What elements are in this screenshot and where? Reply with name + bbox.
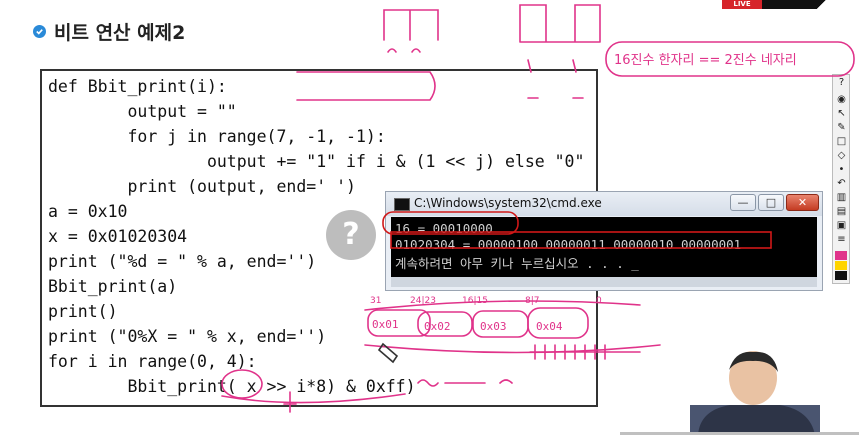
color-swatch-black[interactable] (835, 271, 847, 280)
save-icon[interactable]: ▤ (835, 207, 848, 217)
code-line: Bbit_print(a) (48, 277, 178, 296)
minimize-button[interactable]: — (730, 194, 756, 211)
eye-icon[interactable]: ◉ (835, 95, 848, 105)
help-icon[interactable]: ? (835, 78, 848, 88)
code-line: a = 0x10 (48, 202, 128, 221)
console-icon (394, 198, 410, 211)
cmd-window[interactable]: C:\Windows\system32\cmd.exe — □ ✕ 16 = 0… (385, 191, 823, 291)
code-line: Bbit_print( x >> i*8) & 0xff) (48, 377, 416, 396)
check-icon (33, 25, 46, 38)
code-line: for j in range(7, -1, -1): (48, 127, 386, 146)
code-line: def Bbit_print(i): (48, 77, 227, 96)
code-line: x = 0x01020304 (48, 227, 188, 246)
corner-decoration (762, 0, 859, 9)
trash-icon[interactable]: ▥ (835, 193, 848, 203)
cmd-title: C:\Windows\system32\cmd.exe (414, 196, 602, 210)
ink-note-box (605, 41, 855, 77)
code-line: print (output, end=' ') (48, 177, 356, 196)
camera-icon[interactable]: ▣ (835, 221, 848, 231)
slide-title: 비트 연산 예제2 (33, 18, 185, 45)
maximize-button[interactable]: □ (758, 194, 784, 211)
cmd-line: 16 = 00010000 (395, 221, 493, 236)
dot-icon[interactable]: • (835, 165, 848, 175)
ink-scribble (387, 48, 421, 53)
cmd-output: 16 = 00010000 01020304 = 00000100 000000… (391, 217, 817, 287)
color-swatch-yellow[interactable] (835, 261, 847, 270)
code-line: print ("%d = " % a, end='') (48, 252, 317, 271)
pointer-icon[interactable]: ↖ (835, 109, 848, 119)
close-button[interactable]: ✕ (786, 194, 819, 211)
presenter-video (690, 351, 820, 435)
ink-bytes (519, 4, 601, 43)
code-line: for i in range(0, 4): (48, 352, 257, 371)
cmd-titlebar[interactable]: C:\Windows\system32\cmd.exe — □ ✕ (386, 192, 822, 216)
live-badge: LIVE (722, 0, 762, 9)
annotation-toolbar: ? ◉ ↖ ✎ □ ◇ • ↶ ▥ ▤ ▣ ≡ (832, 74, 850, 284)
horizontal-scrollbar[interactable] (391, 277, 817, 287)
rectangle-icon[interactable]: □ (835, 137, 848, 147)
ink-boxes (383, 9, 439, 41)
help-button[interactable]: ? (326, 210, 376, 260)
page-title: 비트 연산 예제2 (54, 22, 186, 44)
list-icon[interactable]: ≡ (835, 235, 848, 245)
cmd-line: 01020304 = 00000100 00000011 00000010 00… (395, 237, 742, 252)
pen-icon[interactable]: ✎ (835, 123, 848, 133)
code-line: print() (48, 302, 118, 321)
ink-note-text: 16진수 한자리 == 2진수 네자리 (614, 53, 797, 68)
eraser-icon[interactable]: ◇ (835, 151, 848, 161)
code-line: output += "1" if i & (1 << j) else "0" (48, 152, 585, 171)
cmd-line: 계속하려면 아무 키나 누르십시오 . . . _ (395, 256, 639, 271)
undo-icon[interactable]: ↶ (835, 179, 848, 189)
color-swatch-pink[interactable] (835, 251, 847, 260)
code-line: output = "" (48, 102, 237, 121)
code-line: print ("0%X = " % x, end='') (48, 327, 327, 346)
